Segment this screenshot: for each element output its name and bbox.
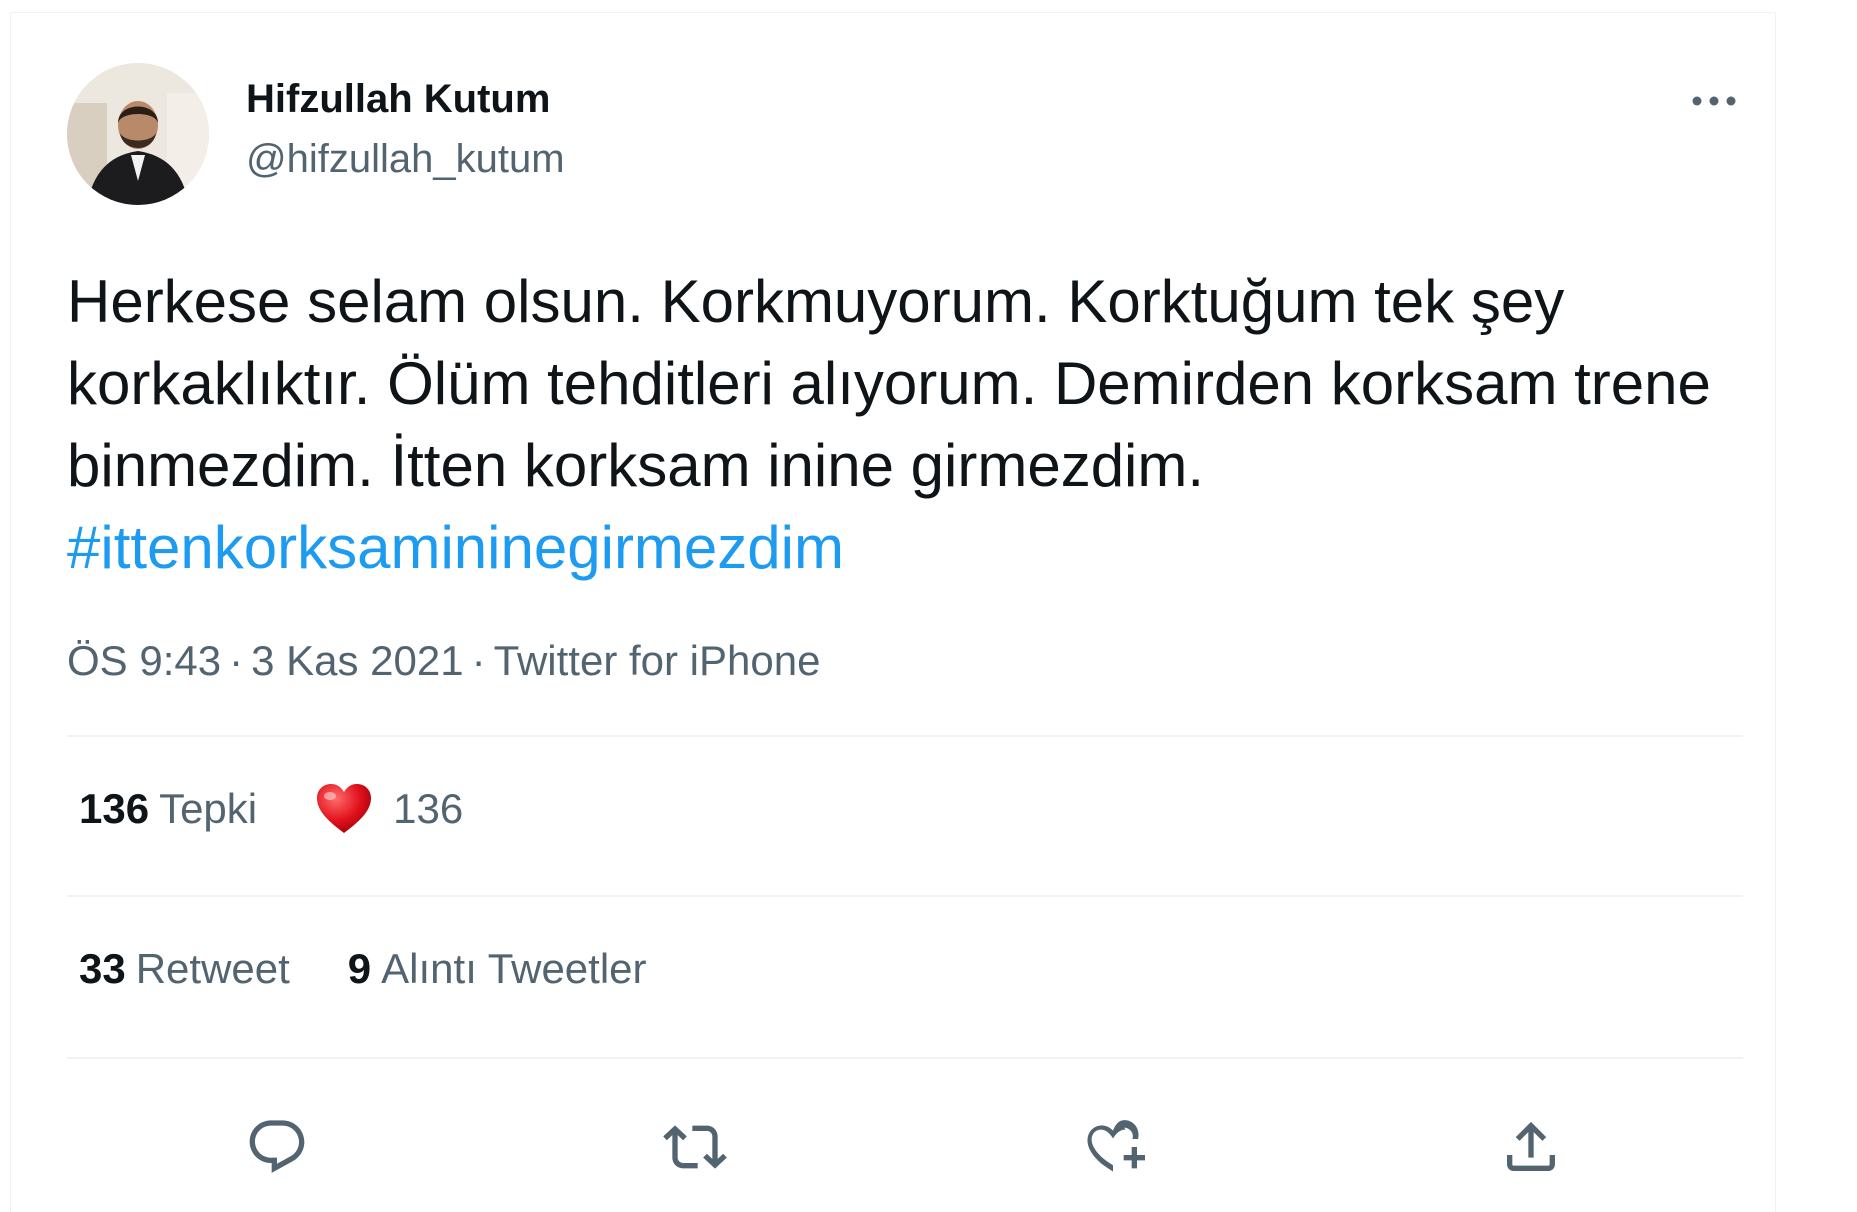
tweet-date[interactable]: 3 Kas 2021 [251,637,464,684]
more-options-button[interactable] [1679,73,1749,129]
hashtag-link[interactable]: #ittenkorksamininegirmezdim [67,514,844,581]
avatar[interactable] [67,63,209,205]
share-icon [1507,1121,1555,1171]
divider [67,895,1743,897]
reply-button[interactable] [245,1115,309,1179]
more-icon [1692,96,1736,106]
reply-icon [249,1120,305,1173]
retweets-row: 33 Retweet 9 Alıntı Tweetler [79,945,647,993]
quote-tweets-label: Alıntı Tweetler [381,945,647,992]
retweets-count: 33 [79,945,126,992]
tweet-actions-bar [67,1093,1743,1193]
heart-reaction-stat[interactable]: 136 [315,783,463,835]
reactions-count: 136 [79,785,150,832]
retweets-stat[interactable]: 33 Retweet [79,945,290,993]
tweet-card: Hifzullah Kutum @hifzullah_kutum Herkese… [10,12,1776,1212]
quote-tweets-count: 9 [347,945,372,992]
like-icon [1087,1120,1145,1172]
avatar-image [67,63,209,205]
reactions-row: 136 Tepki 136 [79,783,463,835]
like-button[interactable] [1081,1115,1145,1179]
tweet-meta: ÖS 9:43 · 3 Kas 2021 · Twitter for iPhone [67,637,820,685]
share-button[interactable] [1499,1115,1563,1179]
author-display-name[interactable]: Hifzullah Kutum [246,77,550,122]
red-heart-emoji-icon [317,784,372,833]
tweet-source[interactable]: Twitter for iPhone [494,637,821,684]
reactions-stat[interactable]: 136 Tepki [79,785,257,833]
tweet-body: Herkese selam olsun. Korkmuyorum. Korktu… [67,268,1711,499]
heart-reaction-count: 136 [393,785,464,832]
meta-separator: · [229,637,244,684]
meta-separator: · [471,637,486,684]
quote-tweets-stat[interactable]: 9 Alıntı Tweetler [348,945,647,993]
retweets-label: Retweet [135,945,290,992]
author-handle[interactable]: @hifzullah_kutum [246,137,565,182]
retweet-button[interactable] [663,1115,727,1179]
tweet-time[interactable]: ÖS 9:43 [67,637,221,684]
reactions-label: Tepki [159,785,258,832]
divider [67,735,1743,737]
divider [67,1057,1743,1059]
tweet-text: Herkese selam olsun. Korkmuyorum. Korktu… [67,261,1727,589]
retweet-icon [663,1125,727,1169]
